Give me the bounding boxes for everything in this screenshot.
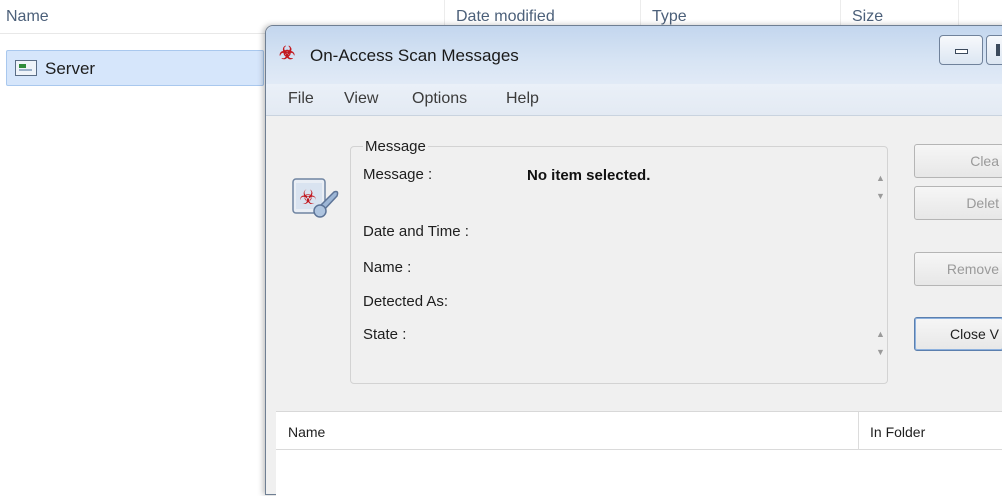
scan-alert-icon: ☣ bbox=[292, 178, 339, 218]
detected-as-label: Detected As: bbox=[363, 293, 449, 310]
message-value: No item selected. bbox=[527, 167, 651, 184]
minimize-button[interactable] bbox=[939, 35, 983, 65]
name-label: Name : bbox=[363, 259, 412, 276]
minimize-icon bbox=[955, 49, 968, 54]
scroll-down-arrow-icon[interactable]: ▼ bbox=[876, 191, 885, 201]
list-column-name[interactable]: Name bbox=[288, 424, 325, 440]
clean-button[interactable]: Clea bbox=[914, 144, 1002, 178]
state-label: State : bbox=[363, 326, 407, 343]
svg-text:☣: ☣ bbox=[299, 185, 317, 209]
scroll-up-arrow-icon[interactable]: ▲ bbox=[876, 329, 885, 339]
close-window-button[interactable]: Close V bbox=[914, 317, 1002, 351]
menu-options[interactable]: Options bbox=[412, 90, 467, 108]
menu-bar: File View Options Help bbox=[266, 84, 1002, 116]
menu-view[interactable]: View bbox=[344, 90, 378, 108]
date-time-label: Date and Time : bbox=[363, 223, 469, 240]
delete-button[interactable]: Delet bbox=[914, 186, 1002, 220]
maximize-button[interactable] bbox=[986, 35, 1002, 65]
explorer-file-row[interactable]: Server bbox=[6, 50, 264, 86]
title-bar[interactable]: ☣ On-Access Scan Messages bbox=[266, 26, 1002, 84]
remove-button[interactable]: Remove bbox=[914, 252, 1002, 286]
scroll-down-arrow-icon[interactable]: ▼ bbox=[876, 347, 885, 357]
message-label: Message : bbox=[363, 166, 433, 183]
detections-list[interactable]: Name In Folder bbox=[276, 411, 1002, 496]
list-column-in-folder[interactable]: In Folder bbox=[870, 424, 925, 440]
file-name: Server bbox=[45, 59, 96, 78]
list-column-divider[interactable] bbox=[858, 412, 859, 450]
maximize-icon bbox=[996, 44, 1000, 56]
column-name[interactable]: Name bbox=[6, 8, 49, 26]
mcafee-shield-icon: ☣ bbox=[279, 43, 296, 63]
menu-file[interactable]: File bbox=[288, 90, 314, 108]
column-type[interactable]: Type bbox=[652, 8, 687, 26]
message-group-label: Message bbox=[363, 138, 428, 155]
scroll-up-arrow-icon[interactable]: ▲ bbox=[876, 173, 885, 183]
menu-help[interactable]: Help bbox=[506, 90, 539, 108]
application-icon bbox=[15, 60, 37, 76]
scan-messages-window: ☣ On-Access Scan Messages File View Opti… bbox=[265, 25, 1002, 496]
window-title: On-Access Scan Messages bbox=[310, 46, 519, 65]
column-date-modified[interactable]: Date modified bbox=[456, 8, 555, 26]
column-size[interactable]: Size bbox=[852, 8, 883, 26]
list-header: Name In Folder bbox=[276, 412, 1002, 450]
